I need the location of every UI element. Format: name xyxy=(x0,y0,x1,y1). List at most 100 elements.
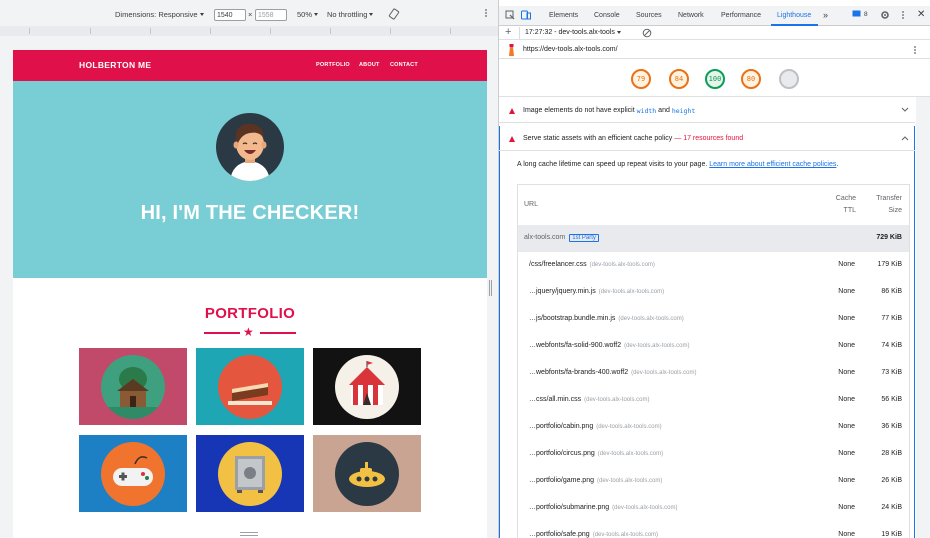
resource-url[interactable]: …css/all.min.css xyxy=(529,396,581,403)
scrollbar[interactable] xyxy=(916,97,930,538)
col-ttl-2: TTL xyxy=(843,207,856,214)
score-gauge-best-practices[interactable]: 100 xyxy=(705,69,725,89)
resource-host: (dev-tools.alx-tools.com) xyxy=(589,262,655,268)
resource-url[interactable]: …portfolio/cabin.png xyxy=(529,423,593,430)
resource-url[interactable]: /css/freelancer.css xyxy=(529,261,587,268)
report-selector[interactable]: 17:27:32 - dev-tools.alx-tools xyxy=(525,29,621,36)
site-navbar: HOLBERTON ME PORTFOLIO ABOUT CONTACT xyxy=(13,50,487,81)
score-value: 100 xyxy=(708,75,722,83)
device-toolbar: Dimensions: Responsive 1540 × 1558 50% N… xyxy=(0,6,498,26)
resource-url[interactable]: …webfonts/fa-brands-400.woff2 xyxy=(529,369,628,376)
score-gauge-seo[interactable]: 80 xyxy=(741,69,761,89)
resource-url[interactable]: …jquery/jquery.min.js xyxy=(529,288,596,295)
settings-icon[interactable] xyxy=(880,10,890,22)
warning-icon xyxy=(509,135,515,142)
resource-ttl: None xyxy=(838,288,855,295)
score-value: 79 xyxy=(636,75,646,83)
resource-size: 26 KiB xyxy=(881,477,902,484)
resource-url[interactable]: …js/bootstrap.bundle.min.js xyxy=(529,315,615,322)
throttling-dropdown[interactable]: No throttling xyxy=(327,10,374,19)
tab-network[interactable]: Network xyxy=(678,12,704,19)
portfolio-item-cake[interactable] xyxy=(196,348,304,425)
submarine-icon xyxy=(349,461,385,487)
height-input[interactable]: 1558 xyxy=(255,9,287,21)
device-toggle-icon[interactable] xyxy=(521,10,531,22)
report-url[interactable]: https://dev-tools.alx-tools.com/ xyxy=(523,46,618,53)
hero-divider: ★ xyxy=(203,279,323,292)
resource-ttl: None xyxy=(838,531,855,538)
lighthouse-icon xyxy=(507,44,516,58)
score-gauge-accessibility[interactable]: 84 xyxy=(669,69,689,89)
rotate-icon[interactable] xyxy=(388,8,400,20)
score-value: 84 xyxy=(674,75,684,83)
resource-size: 24 KiB xyxy=(881,504,902,511)
device-emulation-pane: Dimensions: Responsive 1540 × 1558 50% N… xyxy=(0,0,498,538)
resource-host: (dev-tools.alx-tools.com) xyxy=(624,343,690,349)
tab-console[interactable]: Console xyxy=(594,12,620,19)
resource-ttl: None xyxy=(838,396,855,403)
close-icon[interactable]: ✕ xyxy=(917,9,925,20)
resource-size: 19 KiB xyxy=(881,531,902,538)
devtools-menu-icon[interactable] xyxy=(901,10,905,22)
portfolio-item-game[interactable] xyxy=(79,435,187,512)
resource-ttl: None xyxy=(838,261,855,268)
resource-host: (dev-tools.alx-tools.com) xyxy=(618,316,684,322)
resource-ttl: None xyxy=(838,315,855,322)
table-row: …js/bootstrap.bundle.min.js (dev-tools.al… xyxy=(518,306,909,333)
issues-button[interactable]: 8 xyxy=(852,10,868,18)
score-gauge-performance[interactable]: 79 xyxy=(631,69,651,89)
resource-host: (dev-tools.alx-tools.com) xyxy=(596,478,663,484)
resource-host: (dev-tools.alx-tools.com) xyxy=(598,289,665,295)
resource-url[interactable]: …portfolio/submarine.png xyxy=(529,504,609,511)
zoom-dropdown[interactable]: 50% xyxy=(297,10,319,19)
chevron-down-icon xyxy=(314,13,319,16)
resource-url[interactable]: …portfolio/safe.png xyxy=(529,531,590,538)
audit-cache-policy[interactable]: Serve static assets with an efficient ca… xyxy=(499,127,915,151)
resource-url[interactable]: …portfolio/game.png xyxy=(529,477,594,484)
tab-lighthouse[interactable]: Lighthouse xyxy=(777,12,811,19)
resource-size: 36 KiB xyxy=(881,423,902,430)
devtools-pane: Elements Console Sources Network Perform… xyxy=(498,0,930,538)
nav-about[interactable]: ABOUT xyxy=(359,62,380,68)
resize-handle[interactable] xyxy=(489,280,492,296)
report-menu-icon[interactable] xyxy=(913,45,917,57)
resource-host: (dev-tools.alx-tools.com) xyxy=(631,370,697,376)
site-brand[interactable]: HOLBERTON ME xyxy=(79,60,151,70)
audit-image-dimensions[interactable]: Image elements do not have explicit widt… xyxy=(499,99,915,123)
lighthouse-toolbar: + 17:27:32 - dev-tools.alx-tools xyxy=(499,26,930,40)
inspect-element-icon[interactable] xyxy=(505,10,515,22)
tab-elements[interactable]: Elements xyxy=(549,12,578,19)
dimensions-dropdown[interactable]: Dimensions: Responsive xyxy=(115,10,204,19)
page-viewport: HOLBERTON ME PORTFOLIO ABOUT CONTACT HI,… xyxy=(13,50,487,538)
width-input[interactable]: 1540 xyxy=(214,9,246,21)
devtools-tabbar: Elements Console Sources Network Perform… xyxy=(499,6,930,26)
resource-ttl: None xyxy=(838,423,855,430)
nav-portfolio[interactable]: PORTFOLIO xyxy=(316,62,350,68)
resource-url[interactable]: …webfonts/fa-solid-900.woff2 xyxy=(529,342,621,349)
learn-more-link[interactable]: Learn more about efficient cache policie… xyxy=(709,161,836,168)
tab-performance[interactable]: Performance xyxy=(721,12,761,19)
nav-contact[interactable]: CONTACT xyxy=(390,62,418,68)
resource-host: (dev-tools.alx-tools.com) xyxy=(592,532,659,538)
resource-ttl: None xyxy=(838,450,855,457)
more-tabs-button[interactable]: » xyxy=(823,10,828,20)
game-controller-icon xyxy=(113,455,153,486)
chevron-up-icon xyxy=(901,135,909,143)
bottom-resize-handle[interactable] xyxy=(240,532,258,536)
portfolio-item-submarine[interactable] xyxy=(313,435,421,512)
more-options-icon[interactable] xyxy=(484,8,488,18)
portfolio-item-safe[interactable] xyxy=(196,435,304,512)
portfolio-item-circus[interactable] xyxy=(313,348,421,425)
table-row: …portfolio/safe.png (dev-tools.alx-tools.… xyxy=(518,522,909,538)
new-report-icon[interactable]: + xyxy=(505,26,511,38)
chevron-down-icon xyxy=(199,13,204,16)
resource-ttl: None xyxy=(838,477,855,484)
first-party-badge: 1st Party xyxy=(569,234,599,242)
clear-icon[interactable] xyxy=(642,28,652,40)
portfolio-item-cabin[interactable] xyxy=(79,348,187,425)
score-gauge-pwa[interactable] xyxy=(779,69,799,89)
cabin-icon xyxy=(101,366,165,419)
resource-url[interactable]: …portfolio/circus.png xyxy=(529,450,595,457)
tab-sources[interactable]: Sources xyxy=(636,12,662,19)
resource-size: 28 KiB xyxy=(881,450,902,457)
